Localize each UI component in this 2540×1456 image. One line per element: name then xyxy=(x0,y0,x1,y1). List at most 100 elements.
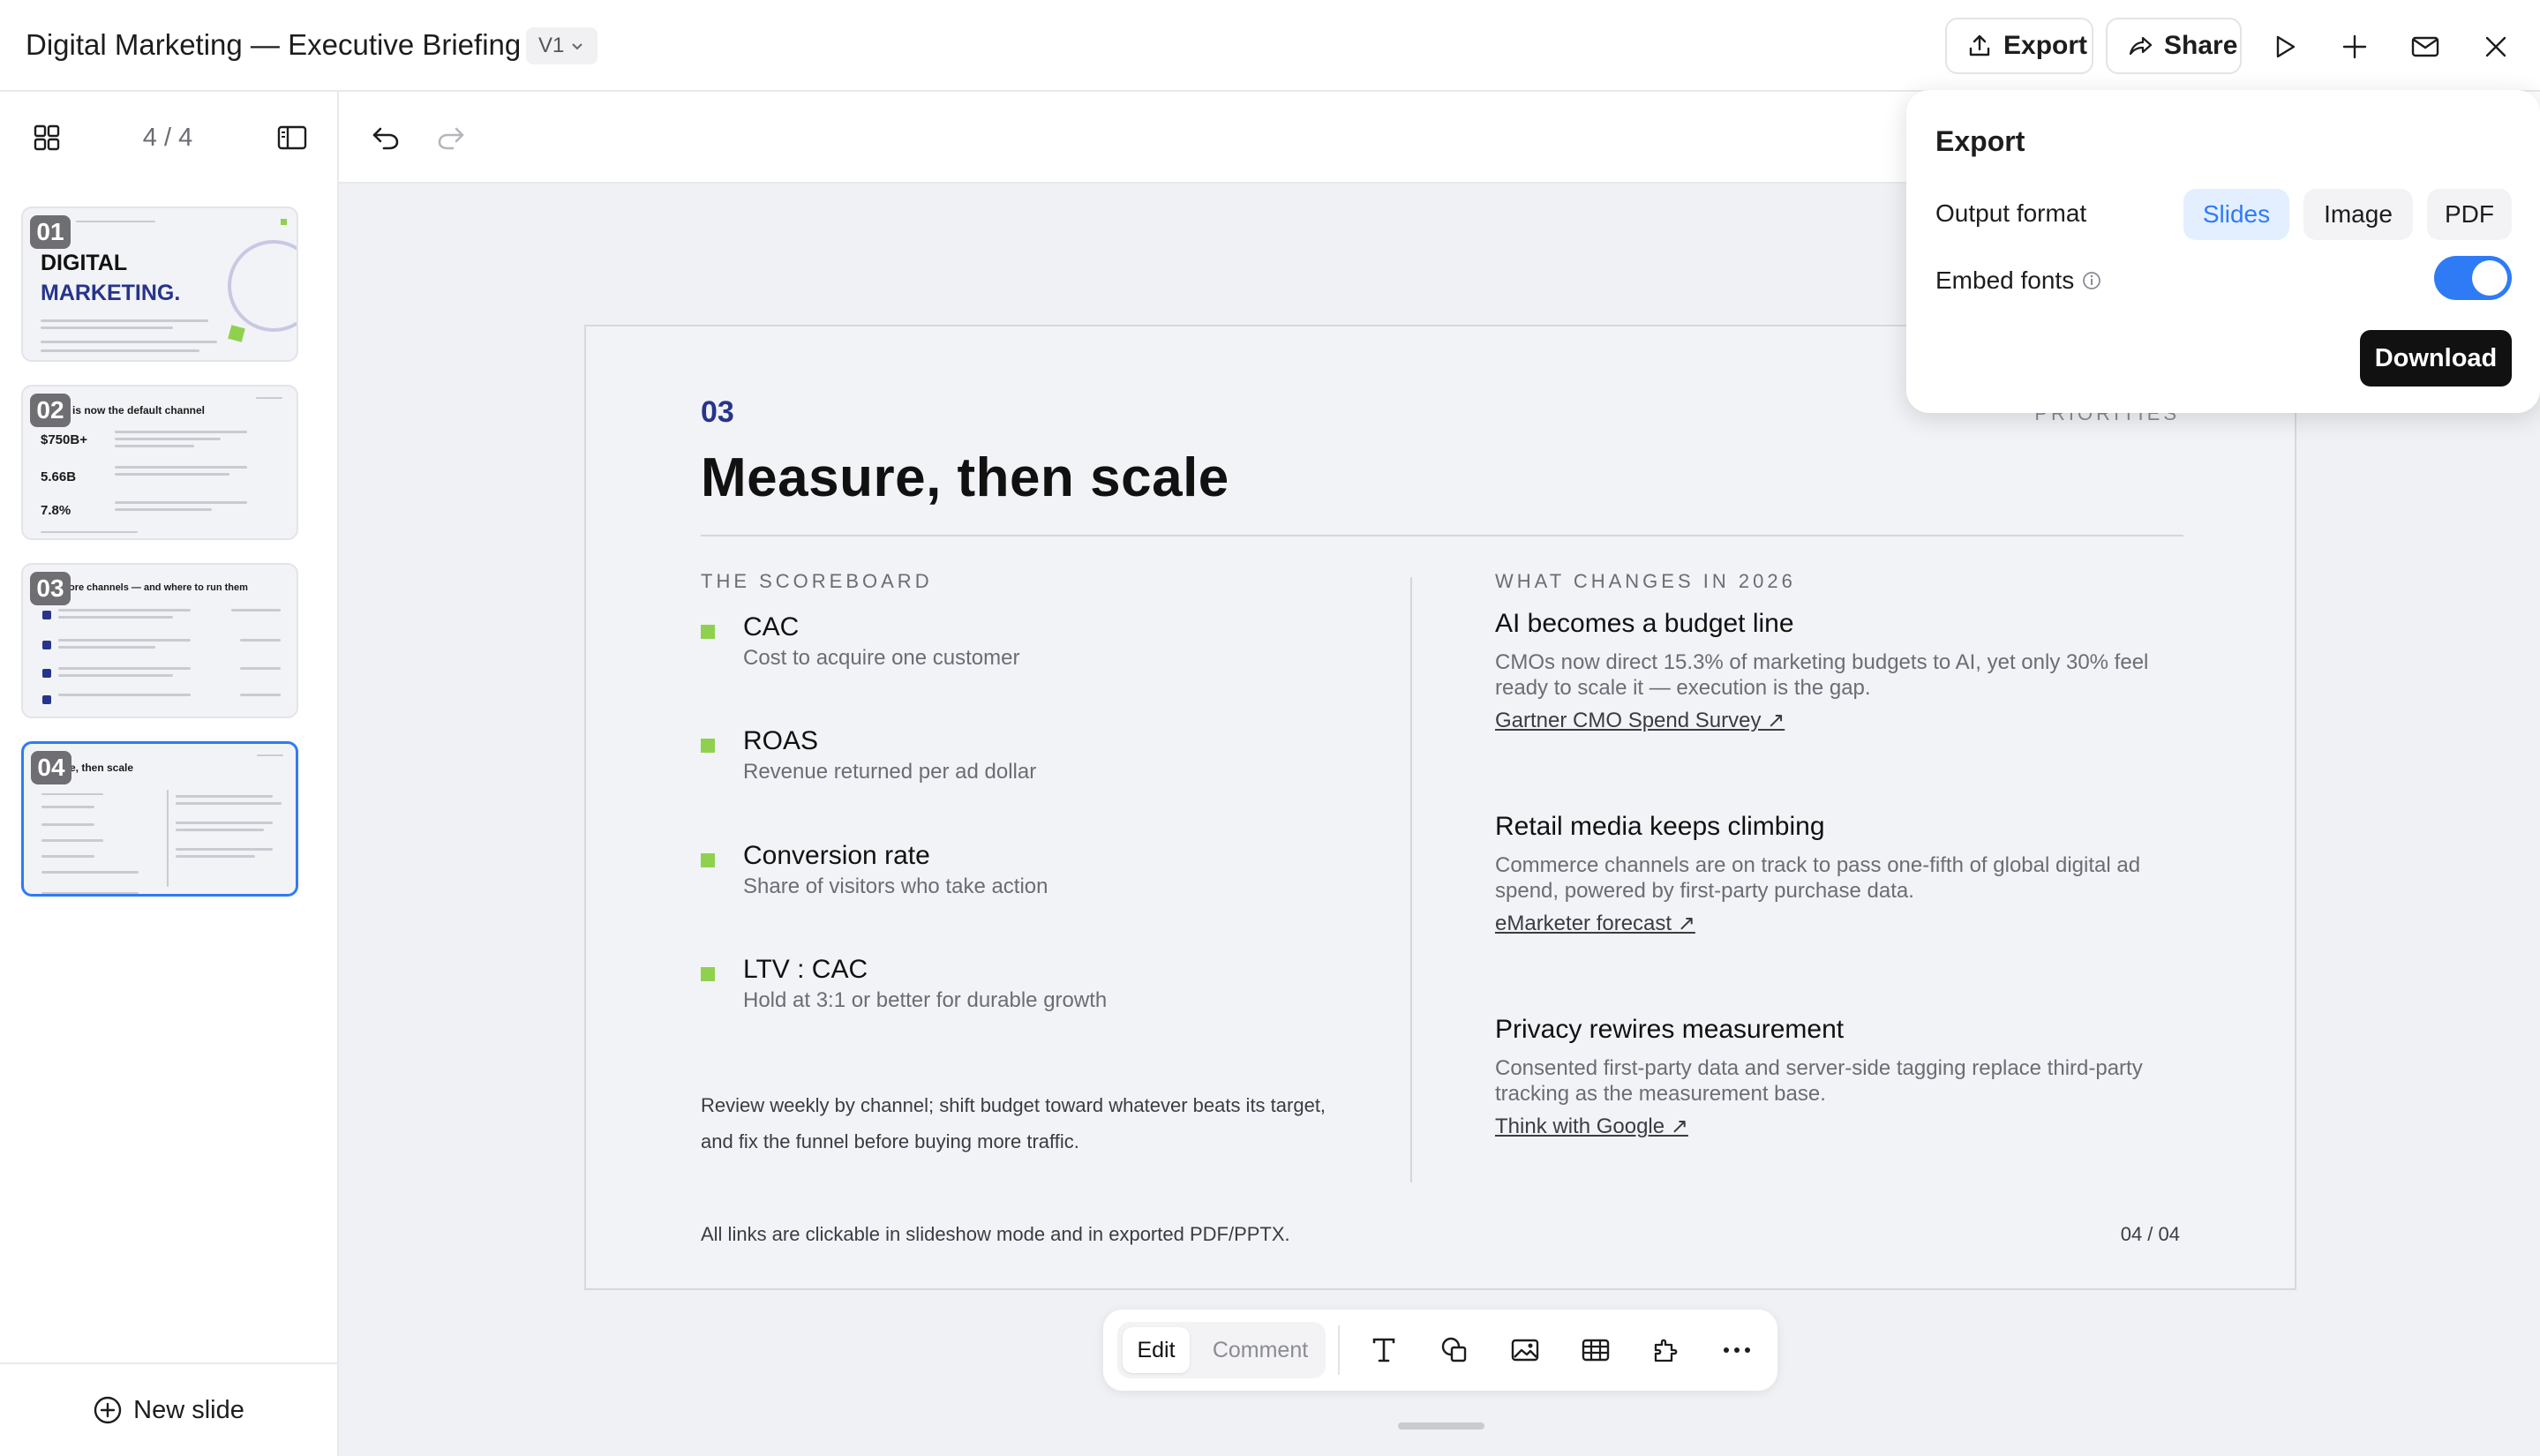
play-icon[interactable] xyxy=(2261,23,2309,71)
version-label: V1 xyxy=(538,34,565,57)
download-button[interactable]: Download xyxy=(2360,330,2512,387)
export-popover: Export Output format Slides Image PDF Em… xyxy=(1906,90,2540,413)
share-label: Share xyxy=(2164,31,2238,60)
toolbar-separator xyxy=(1338,1325,1340,1375)
mail-icon[interactable] xyxy=(2401,23,2449,71)
share-icon xyxy=(2127,33,2153,59)
sidebar-toolbar: 4 / 4 xyxy=(0,92,337,184)
slide-sidebar: 4 / 4 01 DIGITAL MARKETING. 02 is now th… xyxy=(0,92,339,1456)
slide-thumbnail-4[interactable]: 04 e, then scale xyxy=(21,741,298,897)
thumbnail-number: 04 xyxy=(31,751,71,784)
slide-section-number: 03 xyxy=(701,395,734,429)
page-count: 4 / 4 xyxy=(142,124,193,152)
info-icon[interactable] xyxy=(2081,270,2102,291)
new-slide-button[interactable]: New slide xyxy=(0,1362,337,1456)
bullet-square xyxy=(701,625,715,639)
thumbnail-heading: e, then scale xyxy=(70,762,134,774)
slide[interactable]: 03 PRIORITIES Measure, then scale THE SC… xyxy=(584,325,2296,1290)
export-panel-title: Export xyxy=(1935,125,2025,157)
embed-fonts-row: Embed fonts xyxy=(1935,266,2102,295)
changes-heading: WHAT CHANGES IN 2026 xyxy=(1495,570,1796,592)
slide-page-number: 04 / 04 xyxy=(2120,1223,2180,1245)
share-button[interactable]: Share xyxy=(2106,18,2242,74)
plugin-icon[interactable] xyxy=(1645,1329,1687,1371)
close-icon[interactable] xyxy=(2472,23,2520,71)
export-label: Export xyxy=(2003,31,2088,60)
edit-mode-button[interactable]: Edit xyxy=(1123,1327,1190,1373)
table-icon[interactable] xyxy=(1574,1329,1617,1371)
metric-description: Hold at 3:1 or better for durable growth xyxy=(743,988,1108,1012)
embed-fonts-label: Embed fonts xyxy=(1935,266,2075,294)
format-slides-button[interactable]: Slides xyxy=(2183,189,2289,240)
slide-thumbnail-3[interactable]: 03 ore channels — and where to run them xyxy=(21,563,298,718)
metric-description: Cost to acquire one customer xyxy=(743,646,1020,670)
version-dropdown[interactable]: V1 xyxy=(526,27,598,64)
grid-view-icon[interactable] xyxy=(23,114,71,161)
change-title: Retail media keeps climbing xyxy=(1495,812,1825,841)
decorative-square xyxy=(228,325,245,342)
toggle-knob xyxy=(2472,260,2507,296)
metric-name: CAC xyxy=(743,612,800,642)
slide-footer: All links are clickable in slideshow mod… xyxy=(701,1223,1290,1245)
title-divider xyxy=(701,535,2183,537)
change-title: Privacy rewires measurement xyxy=(1495,1015,1845,1044)
floating-toolbar: Edit Comment xyxy=(1103,1310,1777,1391)
source-link[interactable]: Think with Google ↗ xyxy=(1495,1114,2201,1139)
thumbnail-stat: 5.66B xyxy=(41,469,77,484)
chevron-down-icon xyxy=(569,38,585,54)
thumbnail-stat: $750B+ xyxy=(41,432,87,447)
embed-fonts-toggle[interactable] xyxy=(2434,256,2512,300)
scoreboard-note: Review weekly by channel; shift budget t… xyxy=(701,1094,1326,1152)
document-title[interactable]: Digital Marketing — Executive Briefing xyxy=(26,28,521,62)
image-icon[interactable] xyxy=(1504,1329,1546,1371)
slide-thumbnail-1[interactable]: 01 DIGITAL MARKETING. xyxy=(21,206,298,362)
output-format-label: Output format xyxy=(1935,199,2087,227)
bullet-square xyxy=(701,853,715,867)
change-item: Privacy rewires measurement Consented fi… xyxy=(1495,1015,2201,1139)
more-icon[interactable] xyxy=(1716,1329,1758,1371)
change-item: AI becomes a budget line CMOs now direct… xyxy=(1495,609,2201,733)
shapes-icon[interactable] xyxy=(1433,1329,1476,1371)
undo-icon[interactable] xyxy=(362,114,410,161)
slide-title[interactable]: Measure, then scale xyxy=(701,447,1229,509)
decorative-dot xyxy=(281,219,287,225)
drag-handle[interactable] xyxy=(1398,1422,1484,1430)
panel-toggle-icon[interactable] xyxy=(268,114,316,161)
new-slide-label: New slide xyxy=(133,1395,244,1424)
source-link[interactable]: eMarketer forecast ↗ xyxy=(1495,911,2201,936)
thumbnail-title-line1: DIGITAL xyxy=(41,251,128,275)
bullet-square xyxy=(701,739,715,753)
thumbnail-number: 01 xyxy=(30,215,71,249)
thumbnail-stat: 7.8% xyxy=(41,503,71,518)
upload-icon xyxy=(1966,33,1993,59)
plus-icon[interactable] xyxy=(2331,23,2378,71)
metric-name: LTV : CAC xyxy=(743,955,868,984)
metric-name: Conversion rate xyxy=(743,841,930,870)
comment-mode-button[interactable]: Comment xyxy=(1199,1327,1322,1373)
bullet-square xyxy=(701,967,715,981)
change-title: AI becomes a budget line xyxy=(1495,609,1794,638)
metric-description: Revenue returned per ad dollar xyxy=(743,760,1037,784)
change-item: Retail media keeps climbing Commerce cha… xyxy=(1495,812,2201,936)
slide-thumbnail-2[interactable]: 02 is now the default channel $750B+ 5.6… xyxy=(21,385,298,540)
redo-icon[interactable] xyxy=(427,114,475,161)
mode-toggle: Edit Comment xyxy=(1117,1322,1326,1378)
thumbnail-heading: is now the default channel xyxy=(72,404,206,417)
plus-circle-icon xyxy=(93,1395,123,1425)
metric-name: ROAS xyxy=(743,726,819,755)
top-bar: Digital Marketing — Executive Briefing V… xyxy=(0,0,2540,92)
decorative-circle xyxy=(228,240,297,332)
format-pdf-button[interactable]: PDF xyxy=(2427,189,2512,240)
thumbnail-number: 02 xyxy=(30,394,71,427)
thumbnail-number: 03 xyxy=(30,572,71,605)
change-body: Consented first-party data and server-si… xyxy=(1495,1056,2143,1106)
change-body: Commerce channels are on track to pass o… xyxy=(1495,853,2141,903)
source-link[interactable]: Gartner CMO Spend Survey ↗ xyxy=(1495,708,2201,733)
metric-description: Share of visitors who take action xyxy=(743,874,1048,898)
scoreboard-heading: THE SCOREBOARD xyxy=(701,570,933,592)
export-button[interactable]: Export xyxy=(1945,18,2093,74)
change-body: CMOs now direct 15.3% of marketing budge… xyxy=(1495,650,2149,700)
column-divider xyxy=(1410,577,1412,1182)
text-icon[interactable] xyxy=(1363,1329,1405,1371)
format-image-button[interactable]: Image xyxy=(2303,189,2413,240)
